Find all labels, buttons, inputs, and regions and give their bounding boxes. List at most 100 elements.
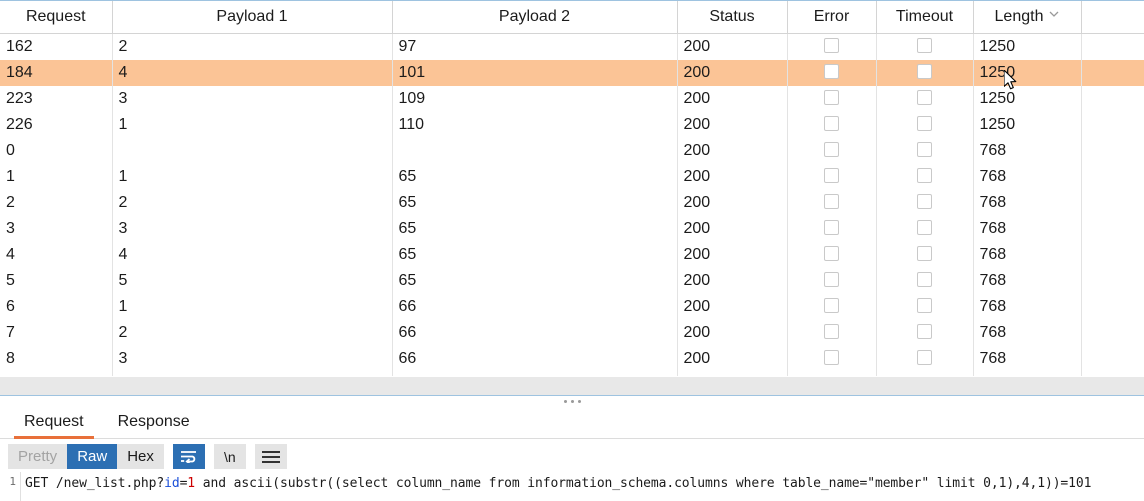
cell-timeout-checkbox[interactable] xyxy=(876,163,974,190)
table-row[interactable]: 8 3 66 200 768 xyxy=(0,345,1144,372)
cell-spare xyxy=(1081,320,1144,346)
checkbox-icon[interactable] xyxy=(917,297,932,313)
cell-error-checkbox[interactable] xyxy=(787,189,877,216)
cell-error-checkbox[interactable] xyxy=(787,111,877,138)
view-mode-pretty-button[interactable]: Pretty xyxy=(8,444,68,469)
column-header-payload2[interactable]: Payload 2 xyxy=(392,1,678,34)
checkbox-icon[interactable] xyxy=(917,37,932,53)
table-row[interactable]: 0 200 768 xyxy=(0,137,1144,164)
cell-status: 200 xyxy=(677,163,788,190)
checkbox-icon[interactable] xyxy=(917,141,932,157)
horizontal-scrollbar[interactable] xyxy=(0,376,1144,395)
cell-error-checkbox[interactable] xyxy=(787,293,877,320)
column-header-status[interactable]: Status xyxy=(677,1,788,34)
cell-payload1: 4 xyxy=(112,241,393,268)
cell-error-checkbox[interactable] xyxy=(787,85,877,112)
checkbox-icon[interactable] xyxy=(824,297,839,313)
cell-error-checkbox[interactable] xyxy=(787,163,877,190)
view-mode-hex-button[interactable]: Hex xyxy=(117,444,164,469)
cell-timeout-checkbox[interactable] xyxy=(876,59,974,86)
column-header-timeout-label: Timeout xyxy=(895,7,954,25)
cell-timeout-checkbox[interactable] xyxy=(876,137,974,164)
column-header-error[interactable]: Error xyxy=(787,1,877,34)
cell-length: 768 xyxy=(973,267,1082,294)
checkbox-icon[interactable] xyxy=(824,271,839,287)
cell-timeout-checkbox[interactable] xyxy=(876,85,974,112)
cell-error-checkbox[interactable] xyxy=(787,267,877,294)
checkbox-icon[interactable] xyxy=(917,115,932,131)
newline-icon[interactable]: \n xyxy=(213,444,246,469)
cell-timeout-checkbox[interactable] xyxy=(876,345,974,372)
cell-timeout-checkbox[interactable] xyxy=(876,319,974,346)
cell-length: 768 xyxy=(973,241,1082,268)
cell-spare xyxy=(1081,242,1144,268)
cell-error-checkbox[interactable] xyxy=(787,345,877,372)
cell-timeout-checkbox[interactable] xyxy=(876,111,974,138)
checkbox-icon[interactable] xyxy=(917,323,932,339)
table-row[interactable]: 1 1 65 200 768 xyxy=(0,163,1144,190)
column-header-payload1[interactable]: Payload 1 xyxy=(112,1,393,34)
cell-error-checkbox[interactable] xyxy=(787,33,877,60)
request-editor[interactable]: 1 GET /new_list.php?id=1 and ascii(subst… xyxy=(0,472,1144,501)
checkbox-icon[interactable] xyxy=(824,219,839,235)
checkbox-icon[interactable] xyxy=(917,89,932,105)
table-row[interactable]: 5 5 65 200 768 xyxy=(0,267,1144,294)
checkbox-icon[interactable] xyxy=(824,89,839,105)
tab-response[interactable]: Response xyxy=(108,413,200,439)
table-row[interactable]: 2 2 65 200 768 xyxy=(0,189,1144,216)
view-mode-raw-button[interactable]: Raw xyxy=(67,444,118,469)
cell-error-checkbox[interactable] xyxy=(787,137,877,164)
cell-request: 162 xyxy=(0,33,113,60)
cell-error-checkbox[interactable] xyxy=(787,241,877,268)
checkbox-icon[interactable] xyxy=(917,245,932,261)
column-header-timeout[interactable]: Timeout xyxy=(876,1,974,34)
request-editor-content[interactable]: GET /new_list.php?id=1 and ascii(substr(… xyxy=(20,472,1144,501)
table-row[interactable]: 7 2 66 200 768 xyxy=(0,319,1144,346)
checkbox-icon[interactable] xyxy=(824,245,839,261)
checkbox-icon[interactable] xyxy=(917,63,932,79)
cell-timeout-checkbox[interactable] xyxy=(876,267,974,294)
cell-payload2: 65 xyxy=(392,241,678,268)
checkbox-icon[interactable] xyxy=(824,141,839,157)
table-row[interactable]: 6 1 66 200 768 xyxy=(0,293,1144,320)
column-header-error-label: Error xyxy=(813,7,850,25)
word-wrap-icon[interactable] xyxy=(172,444,205,469)
checkbox-icon[interactable] xyxy=(917,271,932,287)
checkbox-icon[interactable] xyxy=(824,193,839,209)
cell-error-checkbox[interactable] xyxy=(787,59,877,86)
checkbox-icon[interactable] xyxy=(824,349,839,365)
cell-timeout-checkbox[interactable] xyxy=(876,33,974,60)
table-row[interactable]: 184 4 101 200 1250 xyxy=(0,59,1144,86)
cell-timeout-checkbox[interactable] xyxy=(876,215,974,242)
table-row[interactable]: 223 3 109 200 1250 xyxy=(0,85,1144,112)
table-row[interactable]: 226 1 110 200 1250 xyxy=(0,111,1144,138)
table-row[interactable]: 4 4 65 200 768 xyxy=(0,241,1144,268)
column-header-length[interactable]: Length xyxy=(973,1,1082,34)
checkbox-icon[interactable] xyxy=(917,219,932,235)
cell-timeout-checkbox[interactable] xyxy=(876,189,974,216)
cell-status: 200 xyxy=(677,189,788,216)
checkbox-icon[interactable] xyxy=(824,115,839,131)
checkbox-icon[interactable] xyxy=(824,167,839,183)
checkbox-icon[interactable] xyxy=(824,323,839,339)
cell-payload2: 66 xyxy=(392,345,678,372)
checkbox-icon[interactable] xyxy=(917,167,932,183)
table-row[interactable]: 162 2 97 200 1250 xyxy=(0,33,1144,60)
hamburger-menu-icon[interactable] xyxy=(254,444,287,469)
cell-payload1: 1 xyxy=(112,111,393,138)
cell-timeout-checkbox[interactable] xyxy=(876,293,974,320)
panel-splitter[interactable] xyxy=(0,396,1144,407)
checkbox-icon[interactable] xyxy=(824,63,839,79)
cell-request: 5 xyxy=(0,267,113,294)
column-header-request[interactable]: Request xyxy=(0,1,113,34)
cell-error-checkbox[interactable] xyxy=(787,215,877,242)
checkbox-icon[interactable] xyxy=(824,37,839,53)
tab-request[interactable]: Request xyxy=(14,413,94,439)
table-row[interactable]: 3 3 65 200 768 xyxy=(0,215,1144,242)
cell-error-checkbox[interactable] xyxy=(787,319,877,346)
cell-timeout-checkbox[interactable] xyxy=(876,241,974,268)
cell-payload2: 101 xyxy=(392,59,678,86)
checkbox-icon[interactable] xyxy=(917,349,932,365)
checkbox-icon[interactable] xyxy=(917,193,932,209)
cell-status: 200 xyxy=(677,293,788,320)
